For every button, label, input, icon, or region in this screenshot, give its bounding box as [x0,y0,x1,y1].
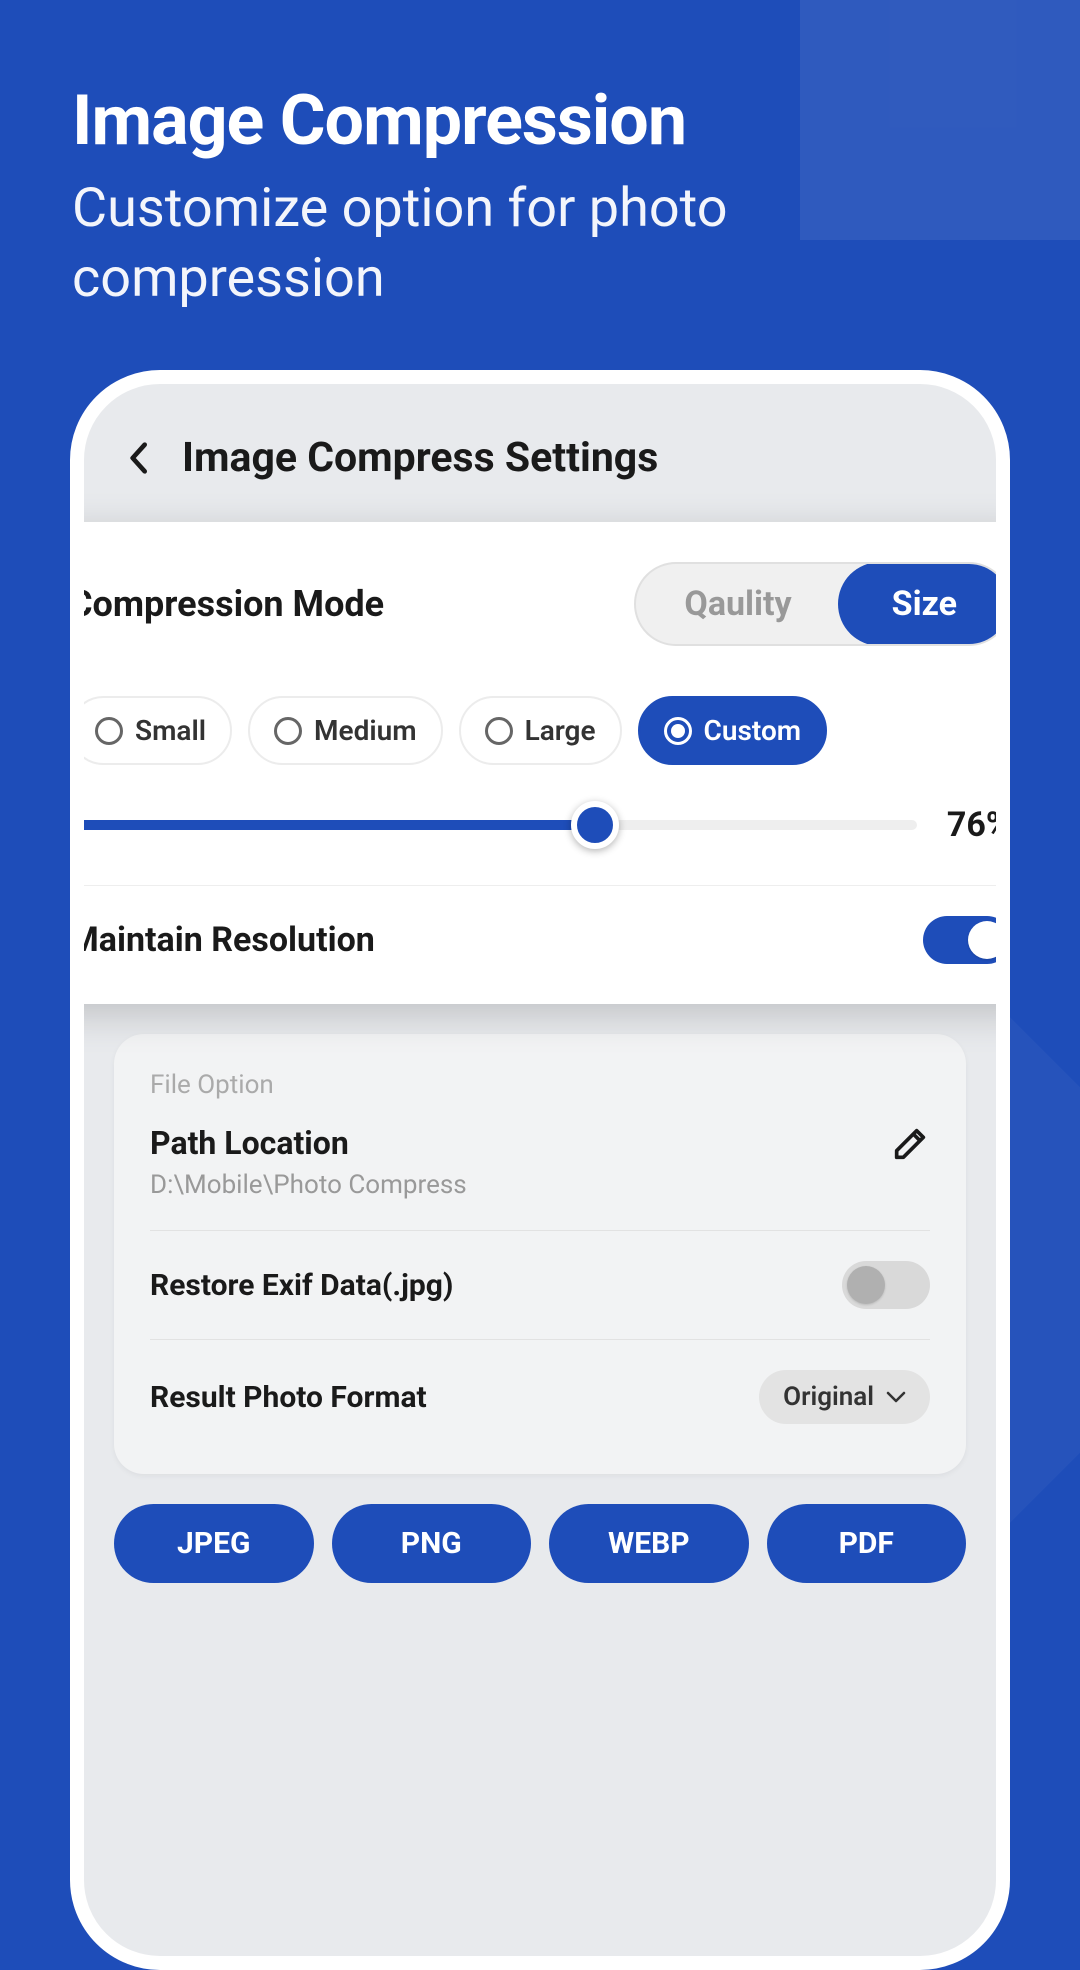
size-label: Custom [704,714,802,747]
size-label: Medium [314,714,417,747]
size-small[interactable]: Small [70,696,232,765]
mode-row: Compression Mode Qaulity Size [70,562,1010,646]
tab-quality[interactable]: Qaulity [636,564,839,644]
hero-subtitle: Customize option for photo compression [72,174,1008,314]
format-webp-button[interactable]: WEBP [549,1504,749,1583]
size-large[interactable]: Large [459,696,622,765]
size-options: Small Medium Large Custom [70,696,1010,765]
radio-icon [485,717,513,745]
toggle-knob [847,1266,885,1304]
format-value: Original [783,1382,874,1412]
radio-icon [274,717,302,745]
maintain-toggle[interactable] [923,916,1010,964]
size-custom[interactable]: Custom [638,696,828,765]
size-label: Large [525,714,596,747]
size-label: Small [135,714,206,747]
format-pdf-button[interactable]: PDF [767,1504,967,1583]
format-dropdown[interactable]: Original [759,1370,930,1424]
size-medium[interactable]: Medium [248,696,443,765]
edit-icon[interactable] [890,1124,930,1164]
slider-row: 76% [70,805,1010,845]
path-row: Path Location D:\Mobile\Photo Compress [150,1124,930,1231]
exif-toggle[interactable] [842,1261,930,1309]
mode-label: Compression Mode [70,583,384,625]
compression-slider[interactable] [70,805,917,845]
phone-mockup: Image Compress Settings Compression Mode… [70,370,1010,1970]
format-row: Result Photo Format Original [150,1340,930,1454]
radio-icon [95,717,123,745]
screen-header: Image Compress Settings [84,384,996,512]
file-section-label: File Option [150,1070,930,1100]
exif-row: Restore Exif Data(.jpg) [150,1231,930,1340]
radio-icon [664,717,692,745]
slider-track [70,820,917,830]
slider-value: 76% [947,805,1010,845]
compression-card: Compression Mode Qaulity Size Small Medi… [70,522,1010,1004]
slider-thumb[interactable] [571,801,619,849]
file-option-card: File Option Path Location D:\Mobile\Phot… [114,1034,966,1474]
format-label: Result Photo Format [150,1380,427,1415]
path-title: Path Location [150,1124,467,1162]
toggle-knob [968,921,1006,959]
screen-title: Image Compress Settings [182,434,658,482]
maintain-label: Maintain Resolution [70,920,375,960]
mode-segmented: Qaulity Size [634,562,1010,646]
format-buttons: JPEG PNG WEBP PDF [114,1504,966,1583]
exif-label: Restore Exif Data(.jpg) [150,1268,453,1303]
format-png-button[interactable]: PNG [332,1504,532,1583]
format-jpeg-button[interactable]: JPEG [114,1504,314,1583]
chevron-down-icon [886,1390,906,1404]
maintain-resolution-row: Maintain Resolution [70,916,1010,964]
path-value: D:\Mobile\Photo Compress [150,1170,467,1200]
slider-fill [70,820,595,830]
divider [70,885,1010,886]
tab-size[interactable]: Size [838,562,1010,646]
back-icon[interactable] [124,444,152,472]
